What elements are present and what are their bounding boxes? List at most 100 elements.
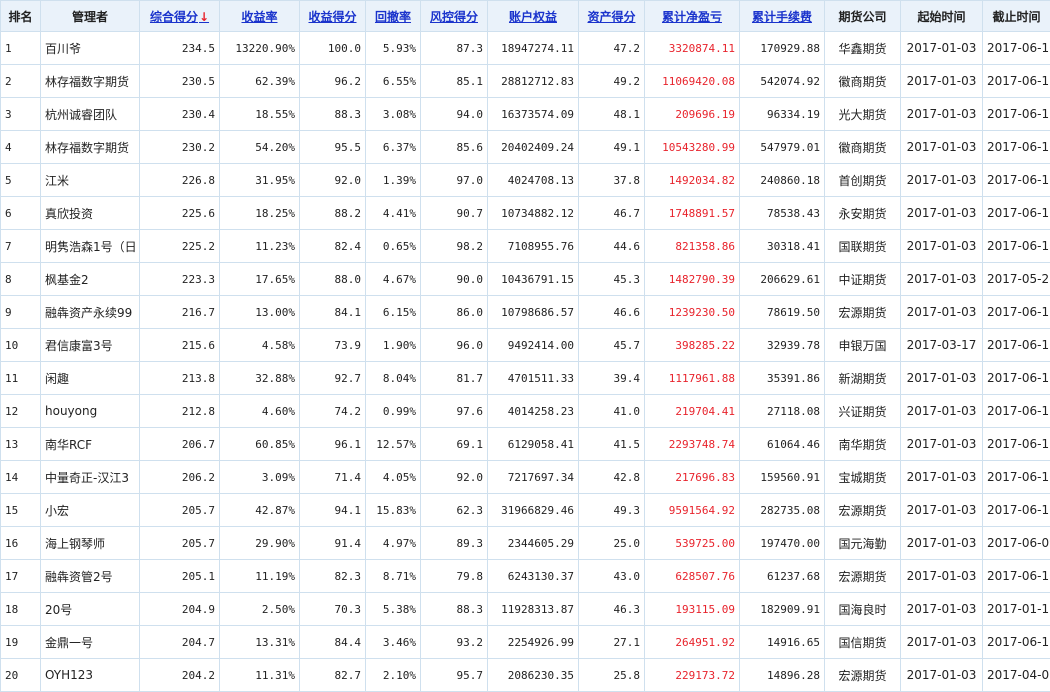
risk-score-cell: 88.3 [421,593,488,626]
end-date-cell: 2017-06-16 [983,230,1050,263]
table-row: 17融犇资管2号205.111.19%82.38.71%79.86243130.… [1,560,1050,593]
column-header-label: 截止时间 [992,10,1040,24]
table-row: 10君信康富3号215.64.58%73.91.90%96.09492414.0… [1,329,1050,362]
end-date-cell: 2017-04-07 [983,659,1050,692]
drawdown-cell: 4.67% [366,263,421,296]
column-header-net-profit[interactable]: 累计净盈亏 [645,1,740,32]
equity-cell: 7217697.34 [488,461,579,494]
risk-score-cell: 98.2 [421,230,488,263]
end-date-cell: 2017-06-16 [983,197,1050,230]
return-rate-cell: 11.31% [220,659,300,692]
manager-cell: 海上钢琴师 [41,527,140,560]
table-row: 7明隽浩森1号（日225.211.23%82.40.65%98.27108955… [1,230,1050,263]
risk-score-cell: 85.1 [421,65,488,98]
start-date-cell: 2017-01-03 [901,32,983,65]
broker-cell: 首创期货 [825,164,901,197]
equity-cell: 7108955.76 [488,230,579,263]
broker-cell: 徽商期货 [825,131,901,164]
column-header-risk-score[interactable]: 风控得分 [421,1,488,32]
start-date-cell: 2017-01-03 [901,230,983,263]
column-header-asset-score[interactable]: 资产得分 [579,1,645,32]
manager-cell: 明隽浩森1号（日 [41,230,140,263]
table-row: 15小宏205.742.87%94.115.83%62.331966829.46… [1,494,1050,527]
net-profit-cell: 217696.83 [645,461,740,494]
start-date-cell: 2017-01-03 [901,428,983,461]
return-score-cell: 100.0 [300,32,366,65]
return-rate-cell: 29.90% [220,527,300,560]
net-profit-cell: 1492034.82 [645,164,740,197]
net-profit-cell: 1117961.88 [645,362,740,395]
return-rate-cell: 18.25% [220,197,300,230]
drawdown-cell: 15.83% [366,494,421,527]
manager-cell: 君信康富3号 [41,329,140,362]
end-date-cell: 2017-05-22 [983,263,1050,296]
fees-cell: 30318.41 [740,230,825,263]
manager-cell: 江米 [41,164,140,197]
column-header-return-rate[interactable]: 收益率 [220,1,300,32]
column-header-fees[interactable]: 累计手续费 [740,1,825,32]
table-row: 1百川爷234.513220.90%100.05.93%87.318947274… [1,32,1050,65]
return-score-cell: 92.7 [300,362,366,395]
composite-score-cell: 204.7 [140,626,220,659]
composite-score-cell: 223.3 [140,263,220,296]
table-row: 5江米226.831.95%92.01.39%97.04024708.1337.… [1,164,1050,197]
risk-score-cell: 93.2 [421,626,488,659]
start-date-cell: 2017-01-03 [901,395,983,428]
drawdown-cell: 4.41% [366,197,421,230]
start-date-cell: 2017-03-17 [901,329,983,362]
column-header-label: 排名 [8,10,32,24]
column-header-composite-score[interactable]: 综合得分↓ [140,1,220,32]
net-profit-cell: 398285.22 [645,329,740,362]
fees-cell: 27118.08 [740,395,825,428]
return-rate-cell: 13.31% [220,626,300,659]
fees-cell: 197470.00 [740,527,825,560]
drawdown-cell: 6.55% [366,65,421,98]
return-rate-cell: 32.88% [220,362,300,395]
manager-cell: 林存福数字期货 [41,131,140,164]
return-rate-cell: 18.55% [220,98,300,131]
net-profit-cell: 1482790.39 [645,263,740,296]
broker-cell: 国联期货 [825,230,901,263]
equity-cell: 9492414.00 [488,329,579,362]
risk-score-cell: 86.0 [421,296,488,329]
broker-cell: 徽商期货 [825,65,901,98]
manager-cell: 融犇资产永续99 [41,296,140,329]
asset-score-cell: 46.6 [579,296,645,329]
broker-cell: 华鑫期货 [825,32,901,65]
broker-cell: 永安期货 [825,197,901,230]
column-header-drawdown[interactable]: 回撤率 [366,1,421,32]
composite-score-cell: 234.5 [140,32,220,65]
composite-score-cell: 226.8 [140,164,220,197]
equity-cell: 2086230.35 [488,659,579,692]
column-header-end-date: 截止时间 [983,1,1050,32]
rank-cell: 20 [1,659,41,692]
table-row: 12houyong212.84.60%74.20.99%97.64014258.… [1,395,1050,428]
drawdown-cell: 5.93% [366,32,421,65]
table-row: 1820号204.92.50%70.35.38%88.311928313.874… [1,593,1050,626]
start-date-cell: 2017-01-03 [901,296,983,329]
column-header-return-score[interactable]: 收益得分 [300,1,366,32]
return-rate-cell: 54.20% [220,131,300,164]
manager-cell: OYH123 [41,659,140,692]
asset-score-cell: 41.5 [579,428,645,461]
fees-cell: 542074.92 [740,65,825,98]
end-date-cell: 2017-06-15 [983,626,1050,659]
risk-score-cell: 81.7 [421,362,488,395]
composite-score-cell: 212.8 [140,395,220,428]
return-score-cell: 88.2 [300,197,366,230]
composite-score-cell: 215.6 [140,329,220,362]
table-row: 9融犇资产永续99216.713.00%84.16.15%86.01079868… [1,296,1050,329]
column-header-equity[interactable]: 账户权益 [488,1,579,32]
fees-cell: 14916.65 [740,626,825,659]
manager-cell: 杭州诚睿团队 [41,98,140,131]
risk-score-cell: 89.3 [421,527,488,560]
equity-cell: 11928313.87 [488,593,579,626]
composite-score-cell: 216.7 [140,296,220,329]
start-date-cell: 2017-01-03 [901,659,983,692]
asset-score-cell: 39.4 [579,362,645,395]
drawdown-cell: 12.57% [366,428,421,461]
return-score-cell: 71.4 [300,461,366,494]
end-date-cell: 2017-06-15 [983,65,1050,98]
composite-score-cell: 205.1 [140,560,220,593]
column-header-label: 累计手续费 [752,10,812,24]
